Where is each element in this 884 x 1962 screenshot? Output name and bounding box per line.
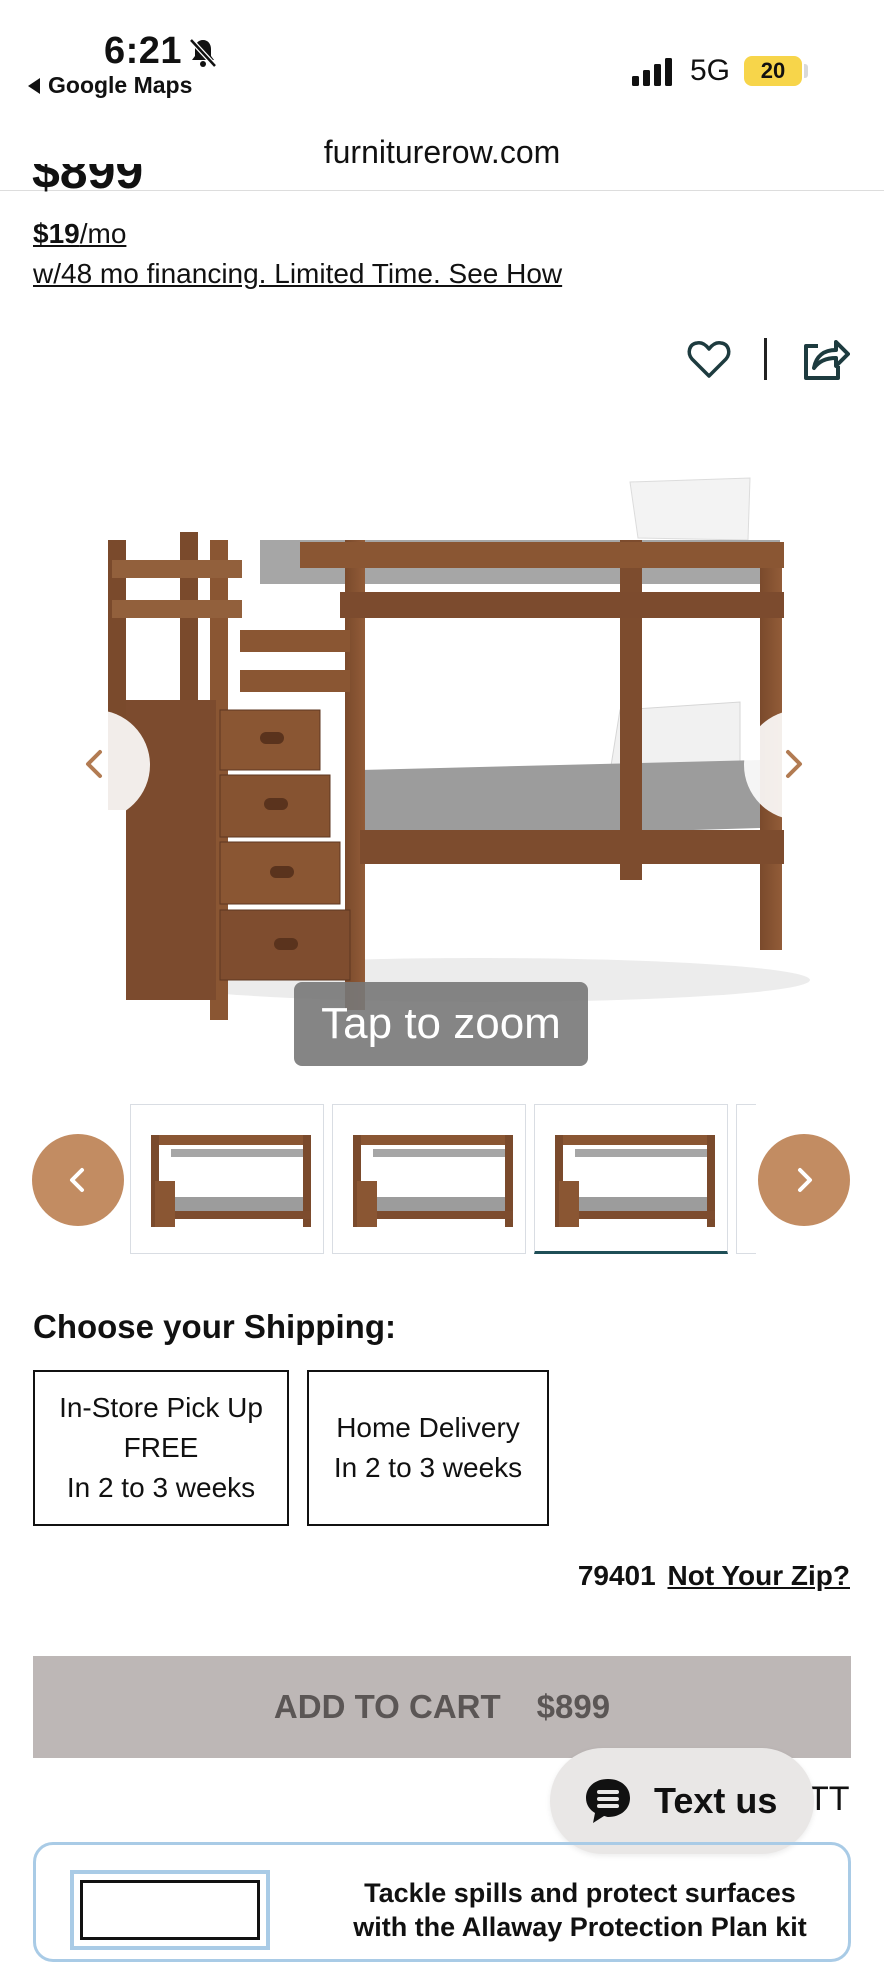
text-us-label: Text us — [654, 1780, 778, 1821]
thumbnail-image[interactable] — [130, 1104, 324, 1254]
cell-signal-icon — [632, 58, 672, 86]
thumbnail-image[interactable] — [332, 1104, 526, 1254]
price-text: $899 — [32, 164, 144, 198]
back-to-app-link[interactable]: Google Maps — [28, 72, 192, 99]
thumbnail-prev-button[interactable] — [32, 1134, 124, 1226]
option-timing: In 2 to 3 weeks — [66, 1472, 256, 1503]
monthly-price[interactable]: $19/mo — [33, 218, 126, 250]
chevron-right-icon — [798, 1168, 812, 1192]
monthly-amount: $19 — [33, 218, 80, 249]
chevron-right-icon — [786, 750, 802, 778]
option-label: In-Store Pick Up — [59, 1392, 263, 1423]
chevron-left-icon — [70, 1168, 84, 1192]
chevron-left-icon — [86, 750, 102, 778]
battery-cap — [804, 64, 808, 78]
bell-muted-icon — [189, 38, 217, 68]
back-arrow-icon — [28, 77, 40, 94]
add-to-cart-price: $899 — [536, 1688, 611, 1725]
zip-row: 79401 Not Your Zip? — [0, 1560, 850, 1592]
back-app-label: Google Maps — [48, 72, 193, 98]
protection-kit-icon — [80, 1880, 260, 1940]
bunk-bed-image[interactable] — [60, 420, 824, 1020]
protection-plan-text: Tackle spills and protect surfaces with … — [353, 1878, 807, 1942]
thumbnail-next-button[interactable] — [758, 1134, 850, 1226]
add-to-cart-label: ADD TO CART — [273, 1688, 501, 1725]
financing-link[interactable]: w/48 mo financing. Limited Time. See How — [33, 258, 562, 290]
bunk-bed-thumbnail — [353, 1135, 513, 1227]
add-to-cart-button[interactable]: ADD TO CART $899 — [33, 1656, 851, 1758]
heart-icon[interactable] — [686, 336, 732, 382]
tap-to-zoom-label[interactable]: Tap to zoom — [294, 982, 588, 1066]
status-time: 6:21 — [104, 30, 183, 72]
action-divider — [764, 338, 767, 380]
shipping-option-home-delivery[interactable]: Home Delivery In 2 to 3 weeks — [307, 1370, 549, 1526]
network-type: 5G — [690, 54, 731, 87]
shipping-option-pickup[interactable]: In-Store Pick Up FREE In 2 to 3 weeks — [33, 1370, 289, 1526]
thumbnail-image-selected[interactable] — [534, 1104, 728, 1254]
product-price-cropped: $899 — [32, 164, 162, 198]
shipping-title: Choose your Shipping: — [33, 1308, 396, 1345]
monthly-suffix: /mo — [79, 218, 127, 249]
text-us-button[interactable]: Text us — [550, 1748, 814, 1854]
obscured-text: TT — [808, 1780, 850, 1818]
share-icon[interactable] — [798, 332, 850, 384]
option-label: Home Delivery — [336, 1412, 520, 1443]
chat-bubble-icon — [586, 1779, 630, 1823]
option-price: FREE — [123, 1432, 199, 1463]
option-timing: In 2 to 3 weeks — [333, 1452, 523, 1483]
thumbnail-image-partial[interactable] — [736, 1104, 756, 1254]
battery-indicator: 20 — [744, 56, 802, 86]
zip-code: 79401 — [577, 1560, 656, 1591]
bunk-bed-thumbnail — [555, 1135, 715, 1227]
bunk-bed-thumbnail — [151, 1135, 311, 1227]
change-zip-link[interactable]: Not Your Zip? — [668, 1560, 851, 1591]
